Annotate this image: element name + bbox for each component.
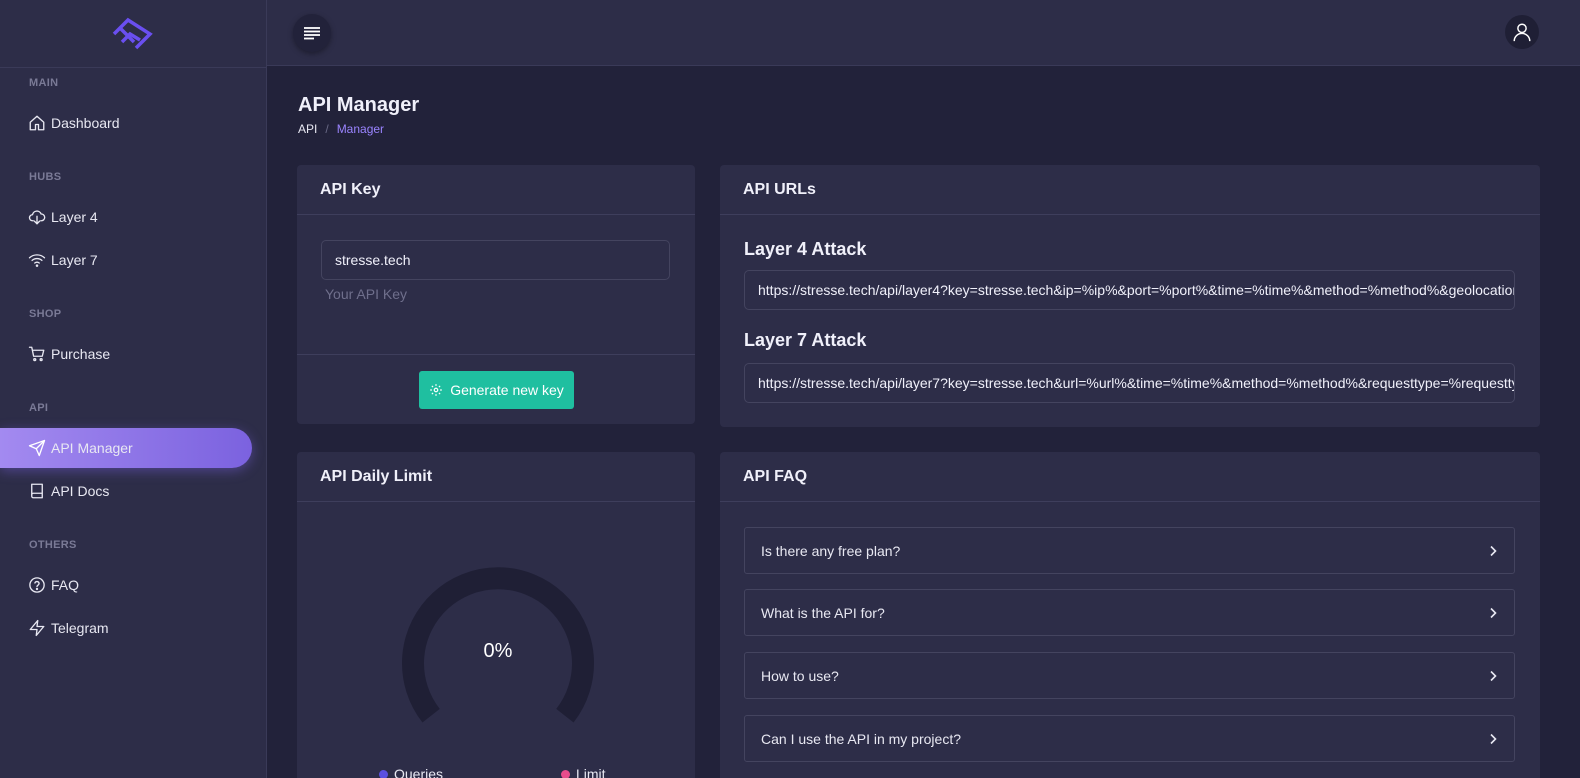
sidebar-item-label: API Docs	[51, 483, 110, 499]
sidebar-item-api-docs[interactable]: API Docs	[0, 471, 252, 511]
faq-item[interactable]: Can I use the API in my project?	[744, 715, 1515, 762]
card-title: API FAQ	[720, 452, 1540, 502]
sidebar-item-label: Layer 4	[51, 209, 98, 225]
api-faq-card: API FAQ Is there any free plan? What is …	[720, 452, 1540, 778]
legend-label: Limit	[576, 766, 606, 778]
generate-key-button[interactable]: Generate new key	[419, 371, 574, 409]
api-key-card: API Key stresse.tech Your API Key Genera…	[297, 165, 695, 424]
nav-section-shop: SHOP	[29, 308, 62, 320]
topbar	[267, 0, 1580, 66]
card-title: API Daily Limit	[297, 452, 695, 502]
menu-toggle-button[interactable]	[293, 14, 331, 52]
generate-key-label: Generate new key	[450, 382, 564, 398]
sidebar-item-layer4[interactable]: Layer 4	[0, 197, 252, 237]
faq-question: What is the API for?	[761, 604, 885, 621]
brand-logo-icon	[112, 17, 153, 49]
faq-item[interactable]: What is the API for?	[744, 589, 1515, 636]
sidebar-item-label: API Manager	[51, 440, 133, 456]
logo[interactable]	[0, 0, 266, 68]
sidebar-item-telegram[interactable]: Telegram	[0, 608, 252, 648]
sidebar-item-label: Layer 7	[51, 252, 98, 268]
user-icon	[1513, 23, 1531, 42]
sidebar-item-purchase[interactable]: Purchase	[0, 334, 252, 374]
sidebar-item-label: Dashboard	[51, 115, 120, 131]
legend-limit: Limit	[561, 766, 606, 778]
breadcrumb-separator: /	[325, 122, 329, 136]
legend-queries: Queries	[379, 766, 443, 778]
sidebar-item-faq[interactable]: FAQ	[0, 565, 252, 605]
layer7-url-field[interactable]: https://stresse.tech/api/layer7?key=stre…	[744, 363, 1515, 403]
gauge-percent-label: 0%	[484, 640, 513, 662]
home-icon	[29, 115, 45, 131]
user-avatar[interactable]	[1505, 15, 1539, 49]
api-key-field[interactable]: stresse.tech	[321, 240, 670, 280]
layer4-url-label: Layer 4 Attack	[744, 239, 867, 259]
api-daily-limit-card: API Daily Limit 0% Queries Limit	[297, 452, 695, 778]
faq-item[interactable]: Is there any free plan?	[744, 527, 1515, 574]
book-icon	[31, 483, 43, 499]
legend-dot	[561, 769, 570, 778]
gear-icon	[430, 384, 443, 396]
wifi-icon	[28, 254, 46, 267]
card-title: API Key	[297, 165, 695, 215]
nav-section-main: MAIN	[29, 77, 59, 89]
nav-section-hubs: HUBS	[29, 171, 62, 183]
page-title: API Manager	[298, 94, 420, 116]
help-circle-icon	[29, 577, 45, 593]
sidebar-item-dashboard[interactable]: Dashboard	[0, 103, 252, 143]
breadcrumb: API / Manager	[298, 122, 384, 136]
layer4-url-field[interactable]: https://stresse.tech/api/layer4?key=stre…	[744, 270, 1515, 310]
sidebar-item-label: Telegram	[51, 620, 109, 636]
faq-question: Can I use the API in my project?	[761, 730, 961, 747]
legend-label: Queries	[394, 766, 444, 778]
nav-section-api: API	[29, 402, 49, 414]
sidebar: MAIN Dashboard HUBS Layer 4 Layer 7 SHOP…	[0, 0, 267, 778]
card-divider	[297, 354, 695, 355]
sidebar-item-label: FAQ	[51, 577, 80, 593]
menu-icon	[304, 27, 320, 40]
chevron-right-icon	[1490, 670, 1497, 681]
cloud-download-icon	[28, 210, 46, 225]
chevron-right-icon	[1490, 607, 1497, 618]
faq-item[interactable]: How to use?	[744, 652, 1515, 699]
send-icon	[28, 439, 46, 457]
chevron-right-icon	[1490, 733, 1497, 744]
api-urls-card: API URLs Layer 4 Attack https://stresse.…	[720, 165, 1540, 427]
sidebar-item-api-manager[interactable]: API Manager	[0, 428, 252, 468]
nav-section-others: OTHERS	[29, 539, 77, 551]
faq-question: Is there any free plan?	[761, 542, 901, 559]
breadcrumb-root[interactable]: API	[298, 122, 317, 136]
cart-icon	[28, 346, 45, 362]
layer7-url-label: Layer 7 Attack	[744, 330, 867, 350]
chevron-right-icon	[1490, 545, 1497, 556]
card-title: API URLs	[720, 165, 1540, 215]
zap-icon	[29, 619, 45, 637]
api-key-help-text: Your API Key	[325, 286, 407, 302]
sidebar-item-layer7[interactable]: Layer 7	[0, 240, 252, 280]
faq-question: How to use?	[761, 667, 839, 684]
sidebar-item-label: Purchase	[51, 346, 111, 362]
daily-limit-gauge: 0%	[402, 567, 594, 723]
legend-dot	[379, 769, 388, 778]
breadcrumb-current: Manager	[336, 122, 385, 136]
